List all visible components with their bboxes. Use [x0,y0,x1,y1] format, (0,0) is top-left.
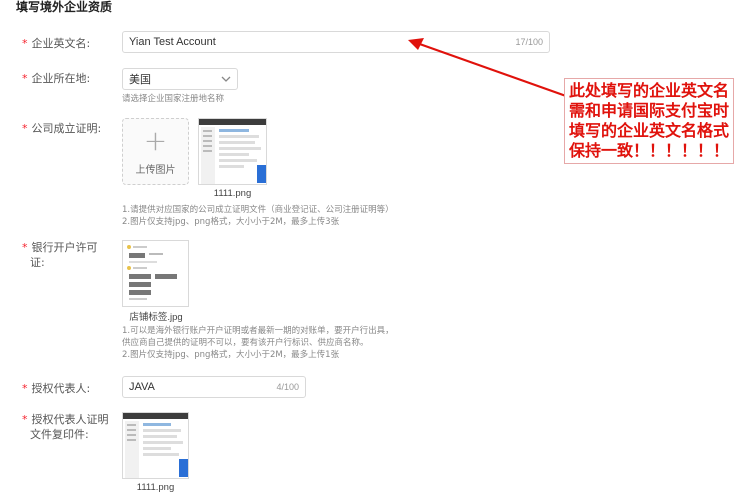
screenshot-thumbnail-image [199,119,266,184]
location-select[interactable]: 美国 [122,68,238,90]
annotation-line-2: 需和申请国际支付宝时 [569,101,730,120]
location-value: 美国 [129,73,151,86]
rep-id-label: * 授权代表人证明 文件复印件: [22,412,109,442]
required-mark: * [22,241,28,254]
upload-button[interactable]: + 上传图片 [122,118,189,185]
chevron-down-icon [221,76,231,82]
incorporation-hint-2: 2.图片仅支持jpg、png格式，大小小于2M，最多上传3张 [122,217,340,227]
required-mark: * [22,413,28,426]
incorporation-label-text: 公司成立证明: [31,122,102,135]
section-title: 填写境外企业资质 [16,0,113,14]
location-label-text: 企业所在地: [31,72,91,85]
annotation-line-1: 此处填写的企业英文名 [569,81,730,100]
location-hint: 请选择企业国家注册地名称 [122,94,225,104]
representative-label: * 授权代表人: [22,380,90,396]
required-mark: * [22,382,28,395]
incorporation-thumbnail[interactable] [198,118,267,185]
annotation-arrow-icon [408,38,567,98]
bank-permit-thumbnail[interactable] [122,240,189,307]
company-name-label: * 企业英文名: [22,35,90,51]
annotation-line-3: 填写的企业英文名格式 [569,121,730,140]
annotation-line-4: 保持一致！！！！！！ [569,141,730,160]
required-mark: * [22,37,28,50]
document-thumbnail-image [123,241,188,306]
representative-label-text: 授权代表人: [31,382,91,395]
location-label: * 企业所在地: [22,70,90,86]
rep-id-file-name: 1111.png [136,482,175,493]
plus-icon: + [143,124,168,157]
bank-permit-label-line1: 银行开户许可 [31,241,98,254]
incorporation-file-name: 1111.png [213,188,252,199]
company-name-label-text: 企业英文名: [31,37,91,50]
representative-counter: 4/100 [276,382,299,392]
screenshot-thumbnail-image [123,413,188,478]
upload-label: 上传图片 [135,165,176,176]
required-mark: * [22,72,28,85]
bank-permit-file-name: 店铺标签.jpg [129,312,183,323]
bank-permit-label: * 银行开户许可 证: [22,240,98,270]
bank-permit-label-line2: 证: [30,256,45,269]
representative-input[interactable]: JAVA 4/100 [122,376,306,398]
rep-id-label-line1: 授权代表人证明 [31,413,109,426]
bank-permit-hint-3: 2.图片仅支持jpg、png格式，大小小于2M，最多上传1张 [122,350,340,360]
annotation-note: 此处填写的企业英文名 需和申请国际支付宝时 填写的企业英文名格式 保持一致！！！… [564,78,735,164]
rep-id-label-line2: 文件复印件: [30,428,89,441]
rep-id-thumbnail[interactable] [122,412,189,479]
incorporation-label: * 公司成立证明: [22,120,101,136]
required-mark: * [22,122,28,135]
representative-value: JAVA [129,381,155,393]
